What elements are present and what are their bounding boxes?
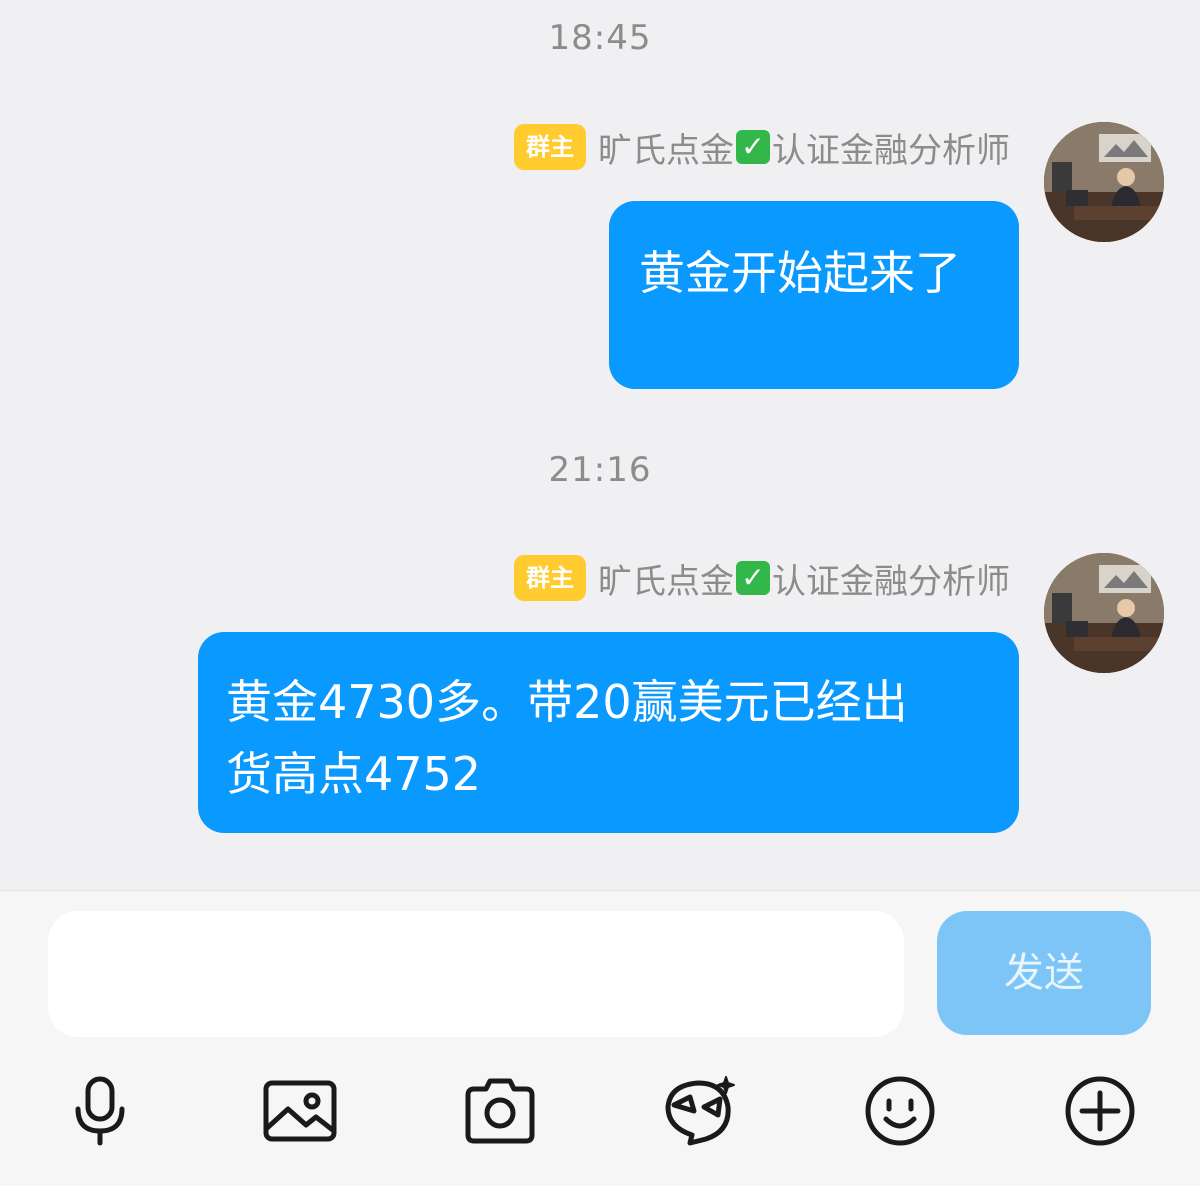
avatar[interactable]	[1044, 553, 1164, 673]
image-icon[interactable]	[260, 1071, 340, 1151]
avatar[interactable]	[1044, 122, 1164, 242]
microphone-icon[interactable]	[60, 1071, 140, 1151]
message-bubble[interactable]: 黄金4730多。带20赢美元已经出 货高点4752	[198, 632, 1019, 833]
sender-name-part: 旷氏点金	[598, 561, 734, 602]
check-mark-icon: ✓	[736, 561, 770, 595]
send-button[interactable]: 发送	[937, 911, 1151, 1035]
sender-name-part: 认证金融分析师	[772, 561, 1010, 602]
chat-area: 18:45 群主 旷氏点金 ✓ 认证金融分析师 黄金开始起来了 21:16 群主	[0, 0, 1200, 890]
sender-name-part: 旷氏点金	[598, 130, 734, 171]
sender-name-part: 认证金融分析师	[772, 130, 1010, 171]
camera-icon[interactable]	[460, 1071, 540, 1151]
group-owner-badge: 群主	[514, 555, 586, 601]
message-text-line: 货高点4752	[226, 747, 482, 801]
check-mark-icon: ✓	[736, 130, 770, 164]
sender-info: 群主 旷氏点金 ✓ 认证金融分析师	[514, 122, 1010, 172]
sender-info: 群主 旷氏点金 ✓ 认证金融分析师	[514, 553, 1010, 603]
message-text: 黄金开始起来了	[639, 246, 961, 300]
message-bubble[interactable]: 黄金开始起来了	[609, 201, 1019, 389]
sender-name[interactable]: 旷氏点金 ✓ 认证金融分析师	[598, 123, 1010, 172]
timestamp: 18:45	[548, 18, 652, 58]
sticker-icon[interactable]	[660, 1071, 740, 1151]
timestamp: 21:16	[548, 450, 652, 490]
emoji-icon[interactable]	[860, 1071, 940, 1151]
plus-icon[interactable]	[1060, 1071, 1140, 1151]
message-text-line: 黄金4730多。带20赢美元已经出	[226, 675, 908, 729]
message-input[interactable]	[48, 911, 904, 1037]
sender-name[interactable]: 旷氏点金 ✓ 认证金融分析师	[598, 554, 1010, 603]
group-owner-badge: 群主	[514, 124, 586, 170]
composer: 发送	[0, 890, 1200, 1186]
